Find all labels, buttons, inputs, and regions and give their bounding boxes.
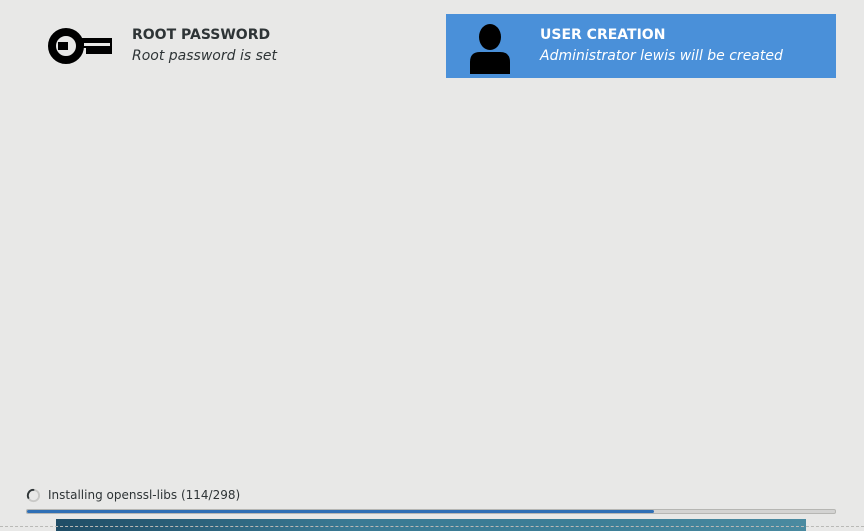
spoke-status: Administrator lewis will be created xyxy=(540,48,783,64)
spoke-user-creation[interactable]: USER CREATION Administrator lewis will b… xyxy=(446,14,836,78)
progress-message: Installing openssl-libs (114/298) xyxy=(48,488,241,502)
install-progress-bar xyxy=(26,509,836,514)
user-icon xyxy=(466,22,514,74)
divider xyxy=(0,526,864,527)
progress-bar-fill xyxy=(27,510,654,513)
product-banner xyxy=(56,519,806,531)
spoke-title: ROOT PASSWORD xyxy=(132,27,271,43)
spoke-title: USER CREATION xyxy=(540,27,666,43)
install-progress-status: Installing openssl-libs (114/298) xyxy=(26,487,240,503)
spinner-icon xyxy=(26,488,41,502)
spoke-root-password[interactable]: ROOT PASSWORD Root password is set xyxy=(26,14,416,78)
spoke-status: Root password is set xyxy=(132,48,277,64)
key-icon xyxy=(48,22,112,70)
